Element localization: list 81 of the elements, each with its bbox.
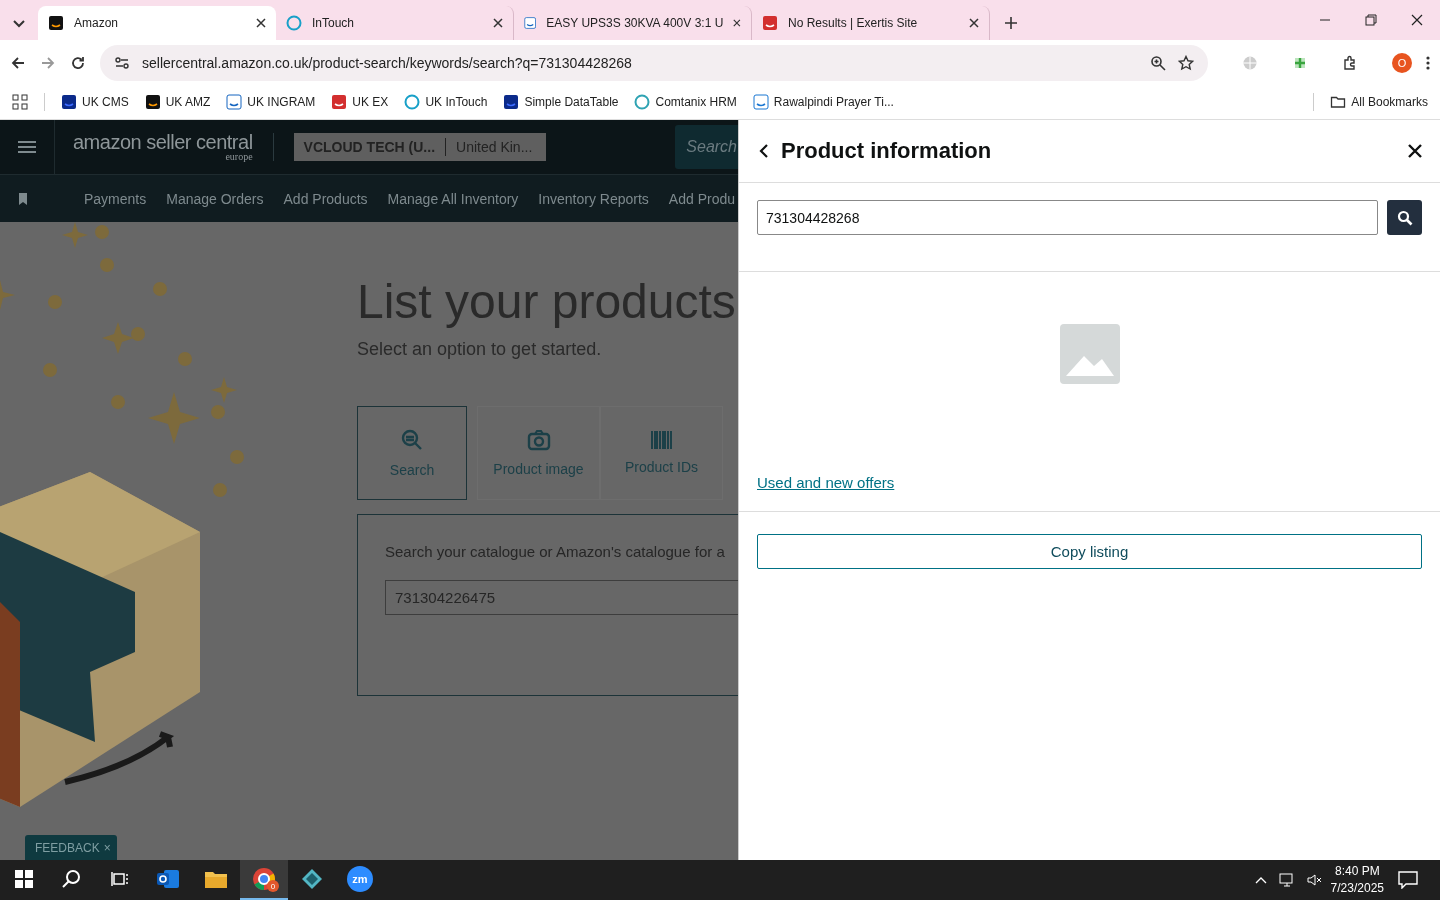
- chevron-up-icon[interactable]: [1254, 876, 1267, 884]
- menu-icon[interactable]: [18, 140, 36, 154]
- address-bar[interactable]: sellercentral.amazon.co.uk/product-search/keywords/search?q=731304428268: [100, 44, 1208, 81]
- folder-icon[interactable]: [204, 869, 228, 889]
- folder-icon[interactable]: [1330, 94, 1347, 110]
- copy-listing-button[interactable]: Copy listing: [757, 534, 1422, 569]
- image-placeholder-icon: [1059, 324, 1120, 384]
- site-icon: [634, 94, 651, 110]
- bookmark[interactable]: Comtanix HRM: [634, 94, 737, 110]
- site-icon: [286, 15, 302, 31]
- bookmark-icon[interactable]: [18, 192, 28, 205]
- new-tab-icon[interactable]: [1004, 16, 1018, 30]
- search-button[interactable]: [1387, 200, 1422, 235]
- forward-icon[interactable]: [40, 54, 56, 71]
- nav-link[interactable]: Add Products: [283, 190, 368, 207]
- camera-icon: [526, 429, 551, 451]
- windows-start-icon[interactable]: [15, 870, 33, 888]
- page-heading: List your products: [357, 274, 737, 329]
- site-icon: [144, 94, 161, 110]
- bookmark[interactable]: UK CMS: [61, 94, 129, 110]
- site-icon: [226, 94, 243, 110]
- close-icon[interactable]: [1411, 14, 1423, 26]
- nav-link[interactable]: Add Produ: [668, 190, 735, 207]
- profile-avatar[interactable]: O: [1392, 52, 1412, 73]
- close-icon[interactable]: [969, 18, 979, 28]
- barcode-icon: [649, 431, 674, 449]
- bookmark[interactable]: UK AMZ: [144, 94, 211, 110]
- search-prompt: Search your catalogue or Amazon's catalogue for a: [385, 543, 726, 560]
- taskbar-clock[interactable]: 8:40 PM 7/23/2025: [1330, 863, 1384, 897]
- zoom-icon[interactable]: [1150, 54, 1166, 71]
- site-icon: [762, 15, 778, 31]
- close-icon[interactable]: [256, 18, 266, 28]
- site-settings-icon[interactable]: [114, 54, 130, 71]
- menu-icon[interactable]: [1426, 54, 1430, 71]
- marketplace-name: United Kin...: [456, 139, 533, 155]
- back-icon[interactable]: [10, 54, 26, 71]
- star-icon[interactable]: [1178, 54, 1194, 71]
- bookmark[interactable]: Rawalpindi Prayer Ti...: [752, 94, 894, 110]
- speaker-muted-icon[interactable]: [1306, 872, 1323, 888]
- offers-link[interactable]: Used and new offers: [757, 474, 895, 491]
- notification-badge: 0: [267, 880, 279, 892]
- notifications-icon[interactable]: [1398, 871, 1418, 889]
- close-icon[interactable]: [493, 18, 503, 28]
- account-name: VCLOUD TECH (U...: [303, 139, 436, 155]
- site-icon: [48, 15, 64, 31]
- diamond-app-icon[interactable]: [301, 868, 323, 890]
- site-icon: [61, 94, 77, 110]
- mail-app-icon[interactable]: [156, 868, 180, 890]
- apps-icon[interactable]: [12, 94, 28, 110]
- nav-link[interactable]: Manage All Inventory: [387, 190, 519, 207]
- feedback-tab[interactable]: FEEDBACK ×: [25, 835, 117, 860]
- bookmark[interactable]: UK INGRAM: [226, 94, 316, 110]
- site-icon: [331, 94, 348, 110]
- page-subtitle: Select an option to get started.: [357, 339, 603, 360]
- close-icon[interactable]: [1408, 144, 1422, 158]
- drawer-title: Product information: [781, 138, 993, 164]
- site-icon: [503, 94, 520, 110]
- reload-icon[interactable]: [70, 54, 86, 71]
- url-text: sellercentral.amazon.co.uk/product-search/keywords/search?q=731304428268: [142, 54, 633, 71]
- search-icon[interactable]: [62, 869, 82, 889]
- nav-link[interactable]: Manage Orders: [166, 190, 264, 207]
- bookmark[interactable]: Simple DataTable: [503, 94, 619, 110]
- bookmark[interactable]: UK InTouch: [404, 94, 488, 110]
- browser-tab[interactable]: Amazon: [38, 6, 276, 40]
- back-icon[interactable]: [759, 144, 769, 158]
- task-view-icon[interactable]: [111, 871, 129, 887]
- network-icon[interactable]: [1278, 872, 1295, 888]
- search-icon: [400, 428, 424, 452]
- restore-icon[interactable]: [1365, 14, 1377, 26]
- nav-link[interactable]: Payments: [84, 190, 147, 207]
- close-icon[interactable]: [733, 18, 741, 28]
- all-bookmarks[interactable]: All Bookmarks: [1330, 94, 1428, 110]
- seller-central-logo[interactable]: amazon seller central europe: [73, 132, 253, 162]
- search-icon: [1396, 209, 1413, 226]
- puzzle-icon[interactable]: [1342, 54, 1358, 71]
- site-icon: [404, 94, 421, 110]
- nav-link[interactable]: Inventory Reports: [538, 190, 649, 207]
- site-icon: [752, 94, 769, 110]
- site-icon: [524, 15, 537, 31]
- bookmark[interactable]: UK EX: [331, 94, 389, 110]
- product-search-field[interactable]: 731304428268: [757, 200, 1378, 235]
